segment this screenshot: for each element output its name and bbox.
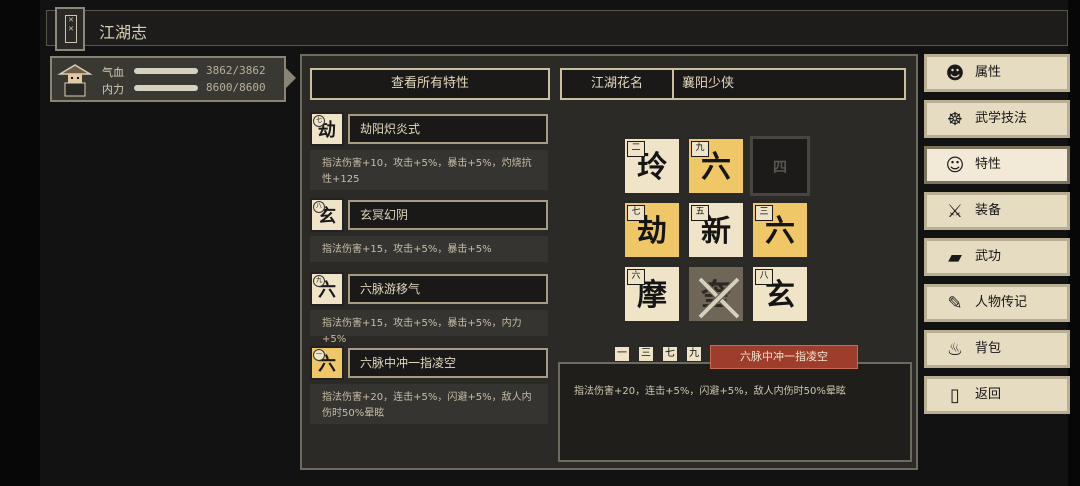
trait-char-icon: 九六 — [310, 272, 344, 306]
menu-kungfu-button[interactable]: ▰ 武功 — [924, 238, 1070, 276]
combo-chip: 一 — [613, 345, 631, 363]
menu-traits-button[interactable]: ☺ 特性 — [924, 146, 1070, 184]
grid-tile[interactable]: 三六 — [750, 200, 810, 260]
selected-arrow-icon — [286, 68, 296, 88]
view-all-traits-button[interactable]: 查看所有特性 — [310, 68, 550, 100]
window-title: 江湖志 — [99, 23, 148, 42]
combo-description: 指法伤害+20，连击+5%，闪避+5%，敌人内伤时50%晕眩 — [558, 362, 912, 462]
trait-name: 劫阳炽炎式 — [348, 114, 548, 144]
nickname-field[interactable]: 江湖花名 襄阳少侠 — [560, 68, 906, 100]
trait-char-icon: 一六 — [310, 346, 344, 380]
title-bar: ✕ ✕ 江湖志 — [46, 7, 1068, 51]
character-card[interactable]: 气血 3862/3862 内力 8600/8600 — [50, 56, 296, 102]
trait-name: 玄冥幻阴 — [348, 200, 548, 230]
menu-bag-button[interactable]: ♨ 背包 — [924, 330, 1070, 368]
mp-label: 内力 — [102, 83, 124, 96]
biography-icon: ✎ — [947, 293, 963, 314]
hp-label: 气血 — [102, 66, 124, 79]
bag-icon: ♨ — [946, 339, 964, 360]
exit-door-icon: ▯ — [950, 385, 960, 406]
trait-desc: 指法伤害+10，攻击+5%，暴击+5%，灼烧抗性+125 — [310, 150, 548, 190]
menu-return-button[interactable]: ▯ 返回 — [924, 376, 1070, 414]
grid-tile[interactable]: 二玲 — [622, 136, 682, 196]
menu-equipment-button[interactable]: ⚔ 装备 — [924, 192, 1070, 230]
grid-tile[interactable]: 六摩 — [622, 264, 682, 324]
grid-tile[interactable]: 五新 — [686, 200, 746, 260]
combo-chip: 七 — [661, 345, 679, 363]
grid-tile[interactable]: 八玄 — [750, 264, 810, 324]
trait-char-icon: 八玄 — [310, 198, 344, 232]
trait-name: 六脉游移气 — [348, 274, 548, 304]
grid-tile[interactable]: 九六 — [686, 136, 746, 196]
trait-name: 六脉中冲一指凌空 — [348, 348, 548, 378]
martial-arts-icon: ☸ — [946, 109, 964, 130]
menu-biography-button[interactable]: ✎ 人物传记 — [924, 284, 1070, 322]
grid-tile-empty[interactable]: 四 — [750, 136, 810, 196]
hp-bar — [134, 68, 198, 74]
grid-tile[interactable]: 七劫 — [622, 200, 682, 260]
mp-value: 8600/8600 — [206, 81, 266, 94]
sword-icon: ⚔ — [946, 201, 964, 222]
menu-attributes-button[interactable]: ☻ 属性 — [924, 54, 1070, 92]
combo-chip: 三 — [637, 345, 655, 363]
grid-tile-locked[interactable]: 奎 — [686, 264, 746, 324]
journal-icon: ✕ ✕ — [55, 7, 85, 51]
manual-icon: ▰ — [948, 247, 962, 268]
trait-icon: ☺ — [945, 155, 965, 176]
trait-char-icon: 七劫 — [310, 112, 344, 146]
trait-desc: 指法伤害+20，连击+5%，闪避+5%，敌人内伤时50%晕眩 — [310, 384, 548, 424]
combo-name-badge: 六脉中冲一指凌空 — [710, 345, 858, 369]
mp-bar — [134, 85, 198, 91]
menu-martial-skills-button[interactable]: ☸ 武学技法 — [924, 100, 1070, 138]
trait-desc: 指法伤害+15，攻击+5%，暴击+5% — [310, 236, 548, 262]
trait-desc: 指法伤害+15，攻击+5%，暴击+5%，内力+5% — [310, 310, 548, 345]
nickname-label: 江湖花名 — [562, 70, 674, 98]
nickname-value: 襄阳少侠 — [682, 76, 735, 91]
combo-chip: 九 — [685, 345, 703, 363]
hp-value: 3862/3862 — [206, 64, 266, 77]
person-icon: ☻ — [945, 63, 965, 84]
chain-lock-icon — [693, 271, 739, 317]
left-edge — [0, 0, 40, 486]
character-avatar — [57, 64, 93, 97]
